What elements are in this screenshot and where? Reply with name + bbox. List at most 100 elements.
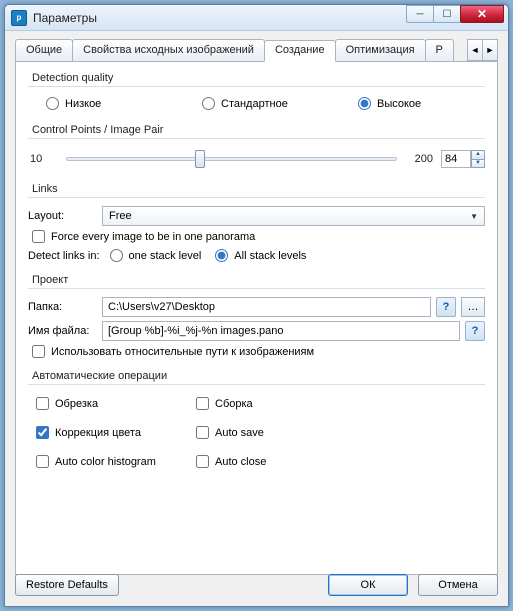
radio-all-stacks-label: All stack levels — [234, 250, 306, 262]
radio-high-input[interactable] — [358, 97, 371, 110]
detection-radios: Низкое Стандартное Высокое — [28, 95, 485, 112]
folder-browse-button[interactable]: … — [461, 297, 485, 317]
folder-help-button[interactable]: ? — [436, 297, 456, 317]
filename-row: Имя файла: ? — [28, 321, 485, 341]
cp-slider[interactable] — [66, 147, 397, 171]
radio-one-stack-label: one stack level — [129, 250, 202, 262]
radio-high[interactable]: Высокое — [358, 97, 498, 110]
radio-standard-label: Стандартное — [221, 98, 288, 110]
force-panorama-check[interactable]: Force every image to be in one panorama — [32, 230, 485, 243]
cp-slider-row: 10 200 ▲ ▼ — [28, 147, 485, 171]
tab-general[interactable]: Общие — [15, 39, 73, 61]
close-button[interactable]: ✕ — [460, 5, 504, 23]
radio-all-stacks[interactable]: All stack levels — [215, 249, 306, 262]
titlebar[interactable]: p Параметры ─ ☐ ✕ — [5, 5, 508, 31]
tab-scroll-right[interactable]: ► — [482, 39, 498, 61]
group-links: Links Layout: Free ▼ Force every image t… — [28, 183, 485, 262]
cancel-button[interactable]: Отмена — [418, 574, 498, 596]
radio-low[interactable]: Низкое — [46, 97, 186, 110]
check-histogram-input[interactable] — [36, 455, 49, 468]
tab-scroll-left[interactable]: ◄ — [467, 39, 483, 61]
check-assemble-label: Сборка — [215, 398, 253, 410]
detect-links-row: Detect links in: one stack level All sta… — [28, 249, 485, 262]
links-title: Links — [32, 183, 485, 195]
layout-label: Layout: — [28, 210, 102, 222]
tab-source-props[interactable]: Свойства исходных изображений — [72, 39, 265, 61]
radio-one-stack[interactable]: one stack level — [110, 249, 202, 262]
minimize-button[interactable]: ─ — [406, 5, 434, 23]
radio-low-input[interactable] — [46, 97, 59, 110]
project-title: Проект — [32, 274, 485, 286]
content: Общие Свойства исходных изображений Созд… — [5, 31, 508, 583]
radio-one-stack-input[interactable] — [110, 249, 123, 262]
filename-help-button[interactable]: ? — [465, 321, 485, 341]
cp-title: Control Points / Image Pair — [32, 124, 485, 136]
footer: Restore Defaults ОК Отмена — [15, 574, 498, 596]
window: p Параметры ─ ☐ ✕ Общие Свойства исходны… — [4, 4, 509, 607]
cp-min: 10 — [30, 153, 58, 165]
cp-value-input[interactable] — [441, 150, 471, 168]
folder-input[interactable] — [102, 297, 431, 317]
filename-label: Имя файла: — [28, 325, 102, 337]
auto-title: Автоматические операции — [32, 370, 485, 382]
check-assemble-input[interactable] — [196, 397, 209, 410]
radio-standard-input[interactable] — [202, 97, 215, 110]
folder-label: Папка: — [28, 301, 102, 313]
radio-high-label: Высокое — [377, 98, 421, 110]
detect-links-label: Detect links in: — [28, 250, 100, 262]
cp-slider-track — [66, 157, 397, 161]
app-icon: p — [11, 10, 27, 26]
cp-slider-thumb[interactable] — [195, 150, 205, 168]
check-histogram[interactable]: Auto color histogram — [36, 455, 192, 468]
group-auto: Автоматические операции Обрезка Сборка К… — [28, 370, 485, 472]
layout-select[interactable]: Free ▼ — [102, 206, 485, 226]
group-control-points: Control Points / Image Pair 10 200 ▲ ▼ — [28, 124, 485, 171]
check-assemble[interactable]: Сборка — [196, 397, 352, 410]
cp-max: 200 — [405, 153, 433, 165]
check-color-corr-label: Коррекция цвета — [55, 427, 141, 439]
window-buttons: ─ ☐ ✕ — [407, 5, 504, 23]
force-panorama-label: Force every image to be in one panorama — [51, 231, 255, 243]
check-auto-close[interactable]: Auto close — [196, 455, 352, 468]
force-panorama-input[interactable] — [32, 230, 45, 243]
check-auto-close-label: Auto close — [215, 456, 266, 468]
layout-value: Free — [109, 210, 132, 222]
relative-paths-label: Использовать относительные пути к изобра… — [51, 346, 314, 358]
tab-scroll: ◄ ► — [468, 39, 498, 61]
check-auto-save-input[interactable] — [196, 426, 209, 439]
check-auto-save-label: Auto save — [215, 427, 264, 439]
check-color-corr-input[interactable] — [36, 426, 49, 439]
cp-spinner-up[interactable]: ▲ — [471, 150, 485, 159]
tab-creation[interactable]: Создание — [264, 40, 336, 62]
check-crop[interactable]: Обрезка — [36, 397, 192, 410]
tab-optimization[interactable]: Оптимизация — [335, 39, 426, 61]
dropdown-icon: ▼ — [470, 212, 478, 221]
check-crop-input[interactable] — [36, 397, 49, 410]
tab-strip: Общие Свойства исходных изображений Созд… — [15, 39, 498, 62]
cp-spinner: ▲ ▼ — [441, 150, 485, 168]
auto-grid: Обрезка Сборка Коррекция цвета Auto save — [32, 393, 485, 472]
layout-row: Layout: Free ▼ — [28, 206, 485, 226]
radio-all-stacks-input[interactable] — [215, 249, 228, 262]
relative-paths-input[interactable] — [32, 345, 45, 358]
maximize-button[interactable]: ☐ — [433, 5, 461, 23]
check-color-corr[interactable]: Коррекция цвета — [36, 426, 192, 439]
relative-paths-check[interactable]: Использовать относительные пути к изобра… — [32, 345, 485, 358]
check-histogram-label: Auto color histogram — [55, 456, 156, 468]
group-detection: Detection quality Низкое Стандартное Выс… — [28, 72, 485, 112]
window-title: Параметры — [33, 11, 97, 25]
tab-overflow[interactable]: Р — [425, 39, 454, 61]
cp-spinner-down[interactable]: ▼ — [471, 159, 485, 168]
check-crop-label: Обрезка — [55, 398, 98, 410]
check-auto-close-input[interactable] — [196, 455, 209, 468]
check-auto-save[interactable]: Auto save — [196, 426, 352, 439]
group-project: Проект Папка: ? … Имя файла: ? Использов… — [28, 274, 485, 358]
filename-input[interactable] — [102, 321, 460, 341]
radio-standard[interactable]: Стандартное — [202, 97, 342, 110]
detection-title: Detection quality — [32, 72, 485, 84]
radio-low-label: Низкое — [65, 98, 101, 110]
ok-button[interactable]: ОК — [328, 574, 408, 596]
folder-row: Папка: ? … — [28, 297, 485, 317]
tab-panel: Detection quality Низкое Стандартное Выс… — [15, 62, 498, 575]
restore-defaults-button[interactable]: Restore Defaults — [15, 574, 119, 596]
